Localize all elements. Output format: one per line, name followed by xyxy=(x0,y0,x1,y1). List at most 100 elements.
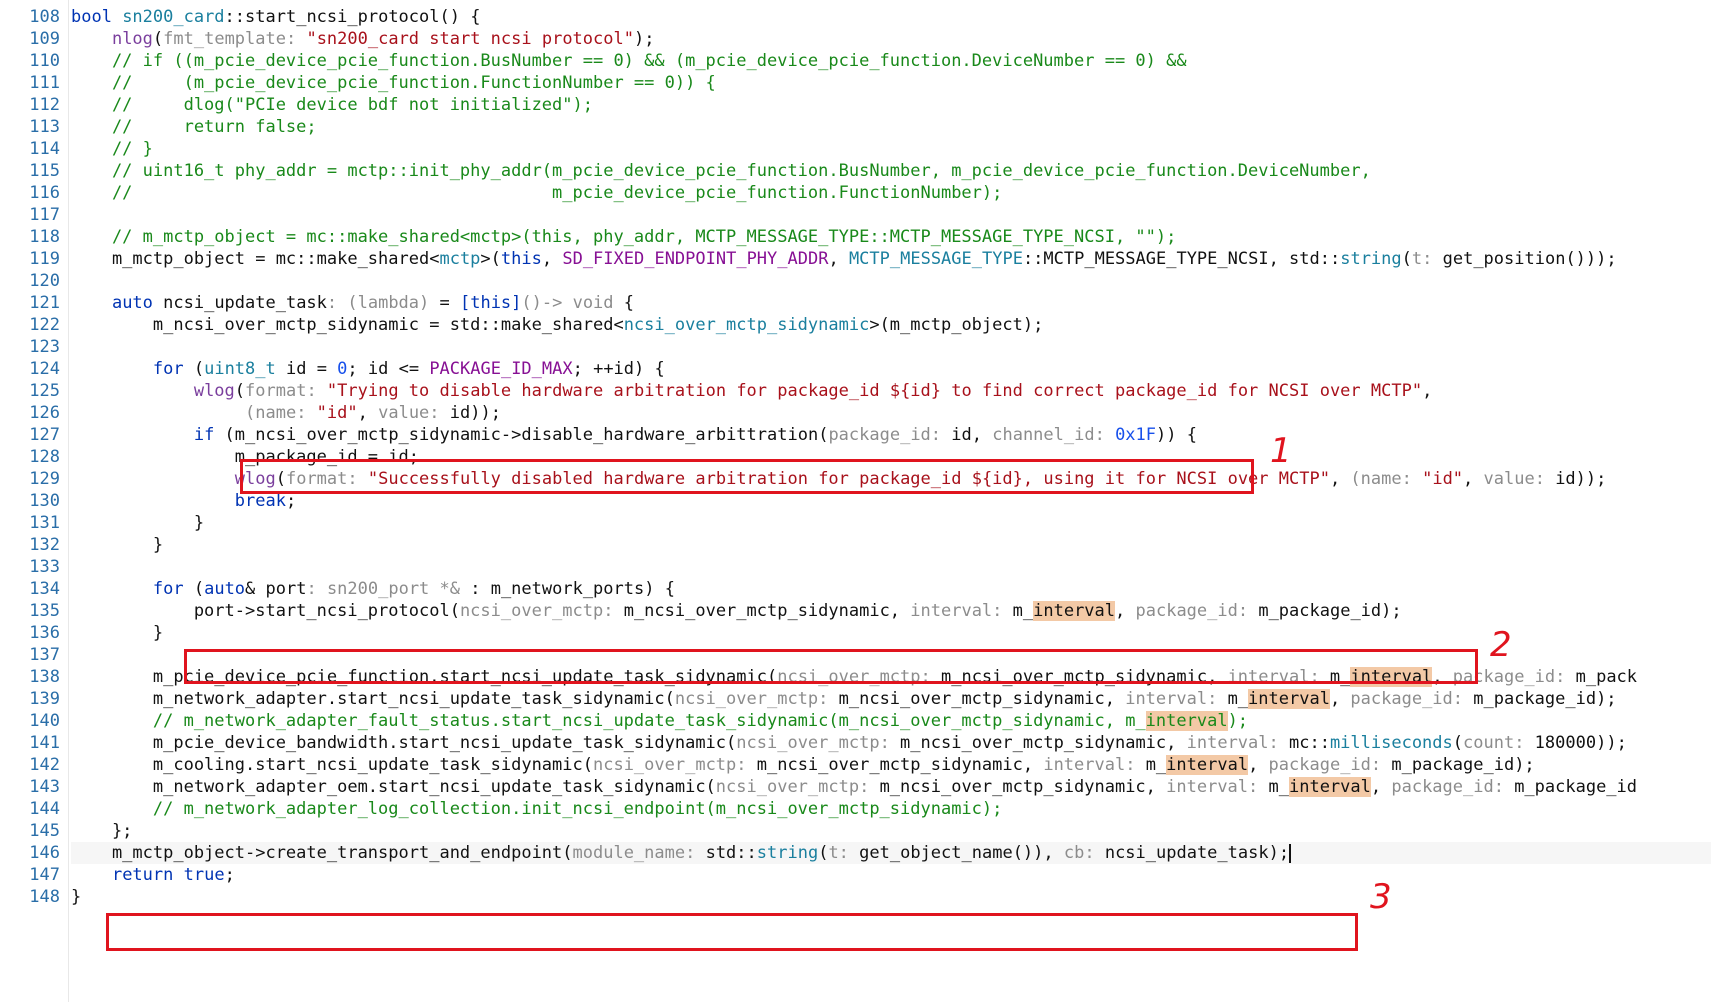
code-line-comment[interactable]: // m_mctp_object = mc::make_shared<mctp>… xyxy=(71,226,1176,248)
token: ; id <= xyxy=(347,359,430,379)
token: { xyxy=(613,293,635,313)
code-line[interactable]: } xyxy=(71,512,204,534)
annotation-number-3: 3 xyxy=(1370,877,1392,917)
line-number: 128 xyxy=(29,447,60,467)
code-line[interactable]: nlog(fmt_template: "sn200_card start ncs… xyxy=(71,28,655,50)
param-hint: package_id: xyxy=(1135,601,1259,621)
token: ); xyxy=(1268,843,1290,863)
type-hint: ()-> void xyxy=(521,293,614,313)
param-hint: package_id: xyxy=(828,425,952,445)
token-keyword: break xyxy=(234,491,286,511)
token: m_package_id); xyxy=(1391,755,1535,775)
code-line[interactable]: (name: "id", value: id)); xyxy=(71,402,501,424)
line-number: 143 xyxy=(29,777,60,797)
code-line-comment[interactable]: // return false; xyxy=(71,116,317,138)
code-line-comment[interactable]: // uint16_t phy_addr = mctp::init_phy_ad… xyxy=(71,160,1371,182)
token: , xyxy=(357,403,379,423)
token: id xyxy=(449,403,471,423)
line-number: 119 xyxy=(29,249,60,269)
token: mc:: xyxy=(1288,733,1330,753)
line-number: 131 xyxy=(29,513,60,533)
code-line[interactable]: m_cooling.start_ncsi_update_task_sidynam… xyxy=(71,754,1535,776)
code-line-comment[interactable]: // m_network_adapter_fault_status.start_… xyxy=(71,710,1248,732)
highlighted-token: interval xyxy=(1033,601,1116,621)
token: ( xyxy=(214,425,235,445)
token: m_ xyxy=(1268,777,1289,797)
code-line[interactable]: } xyxy=(71,886,81,908)
token: () { xyxy=(439,7,481,27)
code-line-comment[interactable]: // m_network_adapter_log_collection.init… xyxy=(71,798,1003,820)
annotation-box-3 xyxy=(106,913,1358,951)
code-line[interactable]: } xyxy=(71,622,163,644)
param-hint: value: xyxy=(378,403,450,423)
token: :: xyxy=(224,7,246,27)
token: )); xyxy=(1575,469,1607,489)
param-hint: cb: xyxy=(1063,843,1105,863)
token-comment: ); xyxy=(1227,711,1249,731)
token: port->start_ncsi_protocol( xyxy=(71,601,460,621)
param-hint: interval: xyxy=(1043,755,1146,775)
param-hint: t: xyxy=(1411,249,1443,269)
line-number: 114 xyxy=(29,139,60,159)
token-keyword: true xyxy=(183,865,225,885)
highlighted-token: interval xyxy=(1288,777,1371,797)
token: std:: xyxy=(705,843,757,863)
token: >( xyxy=(480,249,501,269)
code-line[interactable]: if (m_ncsi_over_mctp_sidynamic->disable_… xyxy=(71,424,1197,446)
token: )) { xyxy=(1156,425,1197,445)
code-line[interactable]: for (uint8_t id = 0; id <= PACKAGE_ID_MA… xyxy=(71,358,665,380)
token: , xyxy=(971,425,993,445)
token: ncsi_update_task xyxy=(152,293,327,313)
param-hint: ncsi_over_mctp: xyxy=(674,689,839,709)
param-hint: format: xyxy=(245,381,327,401)
code-line[interactable]: port->start_ncsi_protocol(ncsi_over_mctp… xyxy=(71,600,1402,622)
code-line[interactable]: bool sn200_card::start_ncsi_protocol() { xyxy=(71,6,480,28)
token: id xyxy=(951,425,972,445)
code-line-comment[interactable]: // m_pcie_device_pcie_function.FunctionN… xyxy=(71,182,1002,204)
token: : m_network_ports) { xyxy=(460,579,675,599)
code-line[interactable]: }; xyxy=(71,820,132,842)
annotation-box-1 xyxy=(240,459,1254,494)
line-number: 148 xyxy=(29,887,60,907)
code-line[interactable]: return true; xyxy=(71,864,235,886)
code-editor[interactable]: 108 109 110 111 112 113 114 115 116 117 … xyxy=(0,0,1711,1002)
code-line[interactable]: wlog(format: "Trying to disable hardware… xyxy=(71,380,1432,402)
token: ()), xyxy=(1012,843,1064,863)
token: , xyxy=(1115,601,1136,621)
code-line-comment[interactable]: // if ((m_pcie_device_pcie_function.BusN… xyxy=(71,50,1187,72)
code-line-current[interactable]: m_mctp_object->create_transport_and_endp… xyxy=(71,842,1292,864)
code-line[interactable]: m_ncsi_over_mctp_sidynamic = std::make_s… xyxy=(71,314,1043,336)
code-line-comment[interactable]: // dlog("PCIe device bdf not initialized… xyxy=(71,94,593,116)
token: ; xyxy=(224,865,235,885)
code-line[interactable]: for (auto& port: sn200_port *& : m_netwo… xyxy=(71,578,675,600)
code-line[interactable]: m_mctp_object = mc::make_shared<mctp>(th… xyxy=(71,248,1617,270)
token: , xyxy=(828,249,849,269)
token: ( xyxy=(1452,733,1464,753)
code-line[interactable]: m_network_adapter_oem.start_ncsi_update_… xyxy=(71,776,1637,798)
token-keyword: return xyxy=(111,865,174,885)
token: ( xyxy=(234,381,246,401)
code-line-comment[interactable]: // (m_pcie_device_pcie_function.Function… xyxy=(71,72,716,94)
code-line[interactable]: auto ncsi_update_task: (lambda) = [this]… xyxy=(71,292,634,314)
token-comment: // m_network_adapter_fault_status.start_… xyxy=(71,711,1146,731)
token-keyword: for xyxy=(152,359,184,379)
line-number: 116 xyxy=(29,183,60,203)
token: ::MCTP_MESSAGE_TYPE_NCSI, std:: xyxy=(1022,249,1341,269)
token-macro: PACKAGE_ID_MAX xyxy=(429,359,573,379)
line-number: 141 xyxy=(29,733,60,753)
line-number: 115 xyxy=(29,161,60,181)
code-line[interactable]: } xyxy=(71,534,163,556)
code-line-comment[interactable]: // } xyxy=(71,138,153,160)
code-line[interactable]: m_pcie_device_bandwidth.start_ncsi_updat… xyxy=(71,732,1627,754)
token-type: ncsi_over_mctp_sidynamic xyxy=(623,315,870,335)
line-number: 125 xyxy=(29,381,60,401)
token: ( xyxy=(1401,249,1412,269)
token-keyword: bool xyxy=(71,7,123,27)
code-line[interactable]: m_network_adapter.start_ncsi_update_task… xyxy=(71,688,1617,710)
token: m_package_id); xyxy=(1473,689,1617,709)
token-macro: SD_FIXED_ENDPOINT_PHY_ADDR xyxy=(562,249,829,269)
